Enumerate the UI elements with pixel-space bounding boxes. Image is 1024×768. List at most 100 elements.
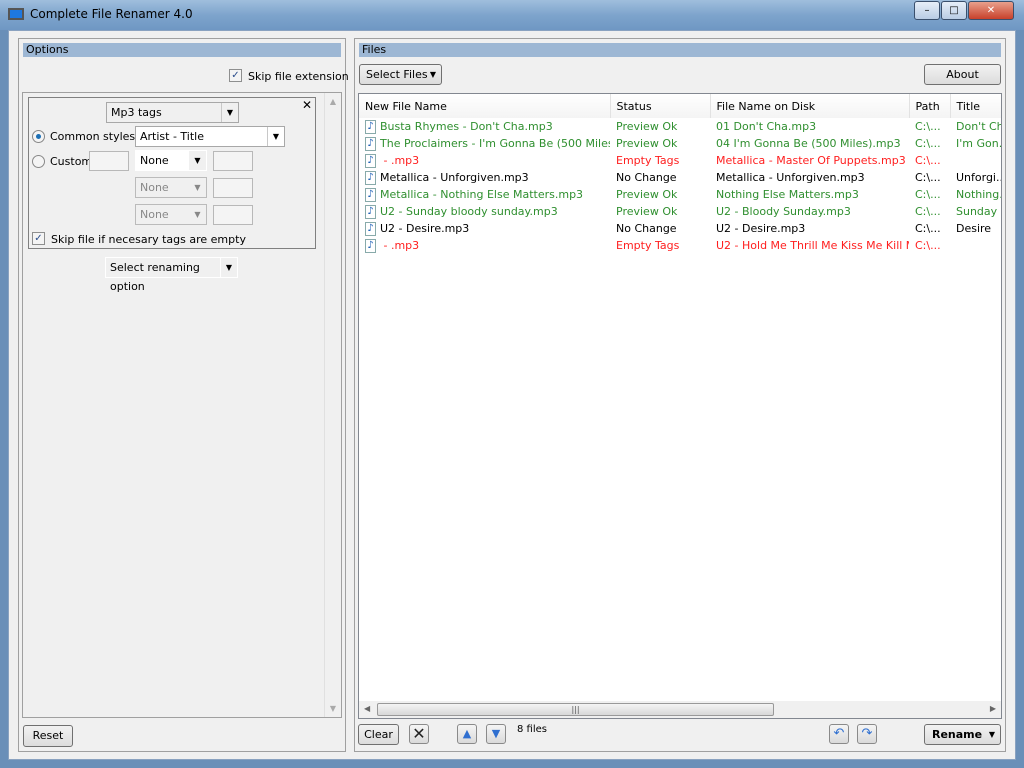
table-cell: ♪ Busta Rhymes - Don't Cha.mp3 — [359, 118, 610, 135]
column-header[interactable]: Status — [610, 94, 711, 118]
chevron-down-icon: ▼ — [194, 183, 201, 192]
cell-text: C:\... — [915, 154, 941, 167]
music-file-icon: ♪ — [365, 238, 376, 253]
scroll-right-icon[interactable]: ▶ — [990, 704, 996, 713]
custom-field-2-dropdown[interactable]: None ▼ — [135, 177, 207, 198]
custom-field-1-value: None — [140, 154, 169, 167]
table-row[interactable]: ♪ Busta Rhymes - Don't Cha.mp3 Preview Ok 0… — [359, 118, 1001, 135]
cell-text: C:\... — [915, 171, 941, 184]
table-cell: C:\... — [909, 237, 950, 254]
column-header[interactable]: Path — [909, 94, 951, 118]
cell-text: U2 - Desire.mp3 — [380, 221, 470, 235]
music-file-icon: ♪ — [365, 204, 376, 219]
column-header[interactable]: New File Name — [359, 94, 611, 118]
rename-label: Rename — [932, 728, 983, 741]
table-cell — [950, 237, 1001, 254]
cell-text: Empty Tags — [616, 154, 680, 167]
file-table: New File Name Status File Name on Disk Path… — [359, 94, 1001, 254]
cell-text: Preview Ok — [616, 205, 678, 218]
table-row[interactable]: ♪ - .mp3 Empty Tags U2 - Hold Me Thrill Me… — [359, 237, 1001, 254]
custom-radio[interactable] — [32, 155, 45, 168]
cell-text: Preview Ok — [616, 120, 678, 133]
table-cell: Preview Ok — [610, 135, 710, 152]
table-cell: Nothing Else Matters.mp3 — [710, 186, 909, 203]
select-files-button[interactable]: Select Files ▼ — [359, 64, 442, 85]
common-styles-radio[interactable] — [32, 130, 45, 143]
window-title: Complete File Renamer 4.0 — [30, 7, 193, 21]
table-cell: U2 - Desire.mp3 — [710, 220, 909, 237]
table-row[interactable]: ♪ - .mp3 Empty Tags Metallica - Master Of … — [359, 152, 1001, 169]
about-button[interactable]: About — [924, 64, 1001, 85]
redo-icon[interactable]: ↷ — [857, 724, 877, 744]
table-cell: C:\... — [909, 220, 950, 237]
table-cell: C:\... — [909, 152, 950, 169]
skip-extension-checkbox[interactable]: ✓ — [229, 69, 242, 82]
custom-field-1-dropdown[interactable]: None ▼ — [135, 150, 207, 171]
column-header[interactable]: Title — [950, 94, 1001, 118]
table-cell: ♪ U2 - Sunday bloody sunday.mp3 — [359, 203, 610, 220]
chevron-down-icon: ▼ — [988, 730, 995, 739]
custom-suffix-3-input[interactable] — [213, 205, 253, 225]
custom-suffix-1-input[interactable] — [213, 151, 253, 171]
move-down-icon[interactable]: ▼ — [486, 724, 506, 744]
table-row[interactable]: ♪ U2 - Sunday bloody sunday.mp3 Preview Ok… — [359, 203, 1001, 220]
cell-text: C:\... — [915, 222, 941, 235]
custom-separator-input[interactable] — [89, 151, 129, 171]
scroll-thumb[interactable]: ||| — [377, 703, 774, 716]
table-cell: 01 Don't Cha.mp3 — [710, 118, 909, 135]
custom-field-3-dropdown[interactable]: None ▼ — [135, 204, 207, 225]
reset-button[interactable]: Reset — [23, 725, 73, 747]
cell-text: Nothing... — [956, 188, 1001, 201]
tag-source-dropdown[interactable]: Mp3 tags ▼ — [106, 102, 239, 123]
scroll-left-icon[interactable]: ◀ — [364, 704, 370, 713]
cell-text: U2 - Hold Me Thrill Me Kiss Me Kill M... — [716, 239, 909, 252]
chevron-down-icon: ▼ — [194, 210, 201, 219]
table-row[interactable]: ♪ U2 - Desire.mp3 No Change U2 - Desire.mp3… — [359, 220, 1001, 237]
table-cell: Desire — [950, 220, 1001, 237]
scroll-up-icon[interactable]: ▲ — [325, 97, 341, 106]
table-row[interactable]: ♪ Metallica - Unforgiven.mp3 No Change Meta… — [359, 169, 1001, 186]
table-cell: Metallica - Master Of Puppets.mp3 — [710, 152, 909, 169]
cell-text: U2 - Desire.mp3 — [716, 222, 806, 235]
music-file-icon: ♪ — [365, 187, 376, 202]
table-row[interactable]: ♪ Metallica - Nothing Else Matters.mp3 Pre… — [359, 186, 1001, 203]
table-cell: ♪ - .mp3 — [359, 237, 610, 254]
chevron-down-icon: ▼ — [267, 127, 284, 146]
options-header: Options — [23, 43, 341, 57]
custom-suffix-2-input[interactable] — [213, 178, 253, 198]
horizontal-scrollbar[interactable]: ◀ ||| ▶ — [359, 701, 1001, 718]
renaming-option-dropdown[interactable]: Select renaming option ▼ — [105, 257, 238, 293]
common-styles-dropdown[interactable]: Artist - Title ▼ — [135, 126, 285, 147]
column-header[interactable]: File Name on Disk — [710, 94, 910, 118]
cell-text: Don't Cha — [956, 120, 1001, 133]
cell-text: The Proclaimers - I'm Gonna Be (500 Mile… — [380, 136, 610, 150]
file-list[interactable]: New File Name Status File Name on Disk Path… — [358, 93, 1002, 719]
move-up-icon[interactable]: ▲ — [457, 724, 477, 744]
table-cell: Metallica - Unforgiven.mp3 — [710, 169, 909, 186]
cell-text: Metallica - Nothing Else Matters.mp3 — [380, 187, 584, 201]
cell-text: Desire — [956, 222, 992, 235]
remove-rule-icon[interactable]: ✕ — [302, 98, 312, 112]
table-cell: Unforgi... — [950, 169, 1001, 186]
cell-text: Preview Ok — [616, 137, 678, 150]
scroll-down-icon[interactable]: ▼ — [325, 704, 341, 713]
table-cell: Empty Tags — [610, 237, 710, 254]
close-button[interactable]: ✕ — [968, 1, 1014, 20]
table-row[interactable]: ♪ The Proclaimers - I'm Gonna Be (500 Mil… — [359, 135, 1001, 152]
skip-empty-checkbox[interactable]: ✓ — [32, 232, 45, 245]
cell-text: 01 Don't Cha.mp3 — [716, 120, 817, 133]
cell-text: Nothing Else Matters.mp3 — [716, 188, 859, 201]
rules-scrollbar[interactable]: ▲ ▼ — [324, 93, 341, 717]
clear-button[interactable]: Clear — [358, 724, 399, 745]
skip-empty-label: Skip file if necesary tags are empty — [51, 233, 246, 246]
cell-text: Empty Tags — [616, 239, 680, 252]
maximize-button[interactable]: □ — [941, 1, 967, 20]
minimize-button[interactable]: – — [914, 1, 940, 20]
skip-extension-label: Skip file extension — [248, 70, 349, 83]
undo-icon[interactable]: ↶ — [829, 724, 849, 744]
table-cell: Preview Ok — [610, 203, 710, 220]
cell-text: No Change — [616, 222, 677, 235]
remove-icon[interactable]: ✕ — [409, 724, 429, 744]
rename-button[interactable]: Rename ▼ — [924, 724, 1001, 745]
table-cell: U2 - Bloody Sunday.mp3 — [710, 203, 909, 220]
